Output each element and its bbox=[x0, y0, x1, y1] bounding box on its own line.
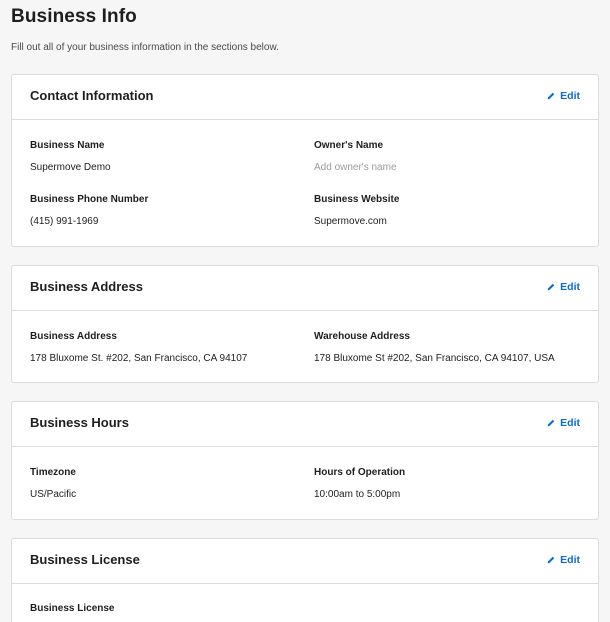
pencil-icon bbox=[547, 92, 555, 100]
contact-information-card: Contact Information Edit Business Name S… bbox=[11, 74, 599, 247]
edit-label: Edit bbox=[560, 281, 580, 293]
business-license-field: Business License bbox=[30, 603, 114, 614]
edit-hours-button[interactable]: Edit bbox=[547, 417, 580, 429]
hours-of-operation-field: Hours of Operation 10:00am to 5:00pm bbox=[314, 467, 405, 500]
hours-of-operation-label: Hours of Operation bbox=[314, 467, 406, 478]
card-title: Contact Information bbox=[30, 88, 154, 103]
business-phone-label: Business Phone Number bbox=[30, 194, 149, 205]
page-subtitle: Fill out all of your business informatio… bbox=[11, 42, 279, 53]
edit-contact-button[interactable]: Edit bbox=[547, 90, 580, 102]
business-name-field: Business Name Supermove Demo bbox=[30, 140, 111, 173]
business-address-field: Business Address 178 Bluxome St. #202, S… bbox=[30, 331, 247, 364]
card-title: Business License bbox=[30, 552, 140, 567]
business-license-label: Business License bbox=[30, 603, 115, 614]
pencil-icon bbox=[547, 283, 555, 291]
edit-label: Edit bbox=[560, 554, 580, 566]
warehouse-address-field: Warehouse Address 178 Bluxome St #202, S… bbox=[314, 331, 555, 364]
business-address-label: Business Address bbox=[30, 331, 117, 342]
business-phone-field: Business Phone Number (415) 991-1969 bbox=[30, 194, 148, 227]
card-header: Business License Edit bbox=[12, 539, 598, 584]
business-license-card: Business License Edit Business License bbox=[11, 538, 599, 622]
card-header: Contact Information Edit bbox=[12, 75, 598, 120]
pencil-icon bbox=[547, 556, 555, 564]
business-name-value: Supermove Demo bbox=[30, 162, 111, 173]
owner-name-placeholder: Add owner's name bbox=[314, 162, 397, 173]
business-website-label: Business Website bbox=[314, 194, 400, 205]
edit-license-button[interactable]: Edit bbox=[547, 554, 580, 566]
page-title: Business Info bbox=[11, 6, 137, 27]
owner-name-field: Owner's Name Add owner's name bbox=[314, 140, 397, 173]
timezone-field: Timezone US/Pacific bbox=[30, 467, 76, 500]
timezone-label: Timezone bbox=[30, 467, 76, 478]
timezone-value: US/Pacific bbox=[30, 489, 77, 500]
card-title: Business Hours bbox=[30, 415, 129, 430]
card-title: Business Address bbox=[30, 279, 143, 294]
hours-of-operation-value: 10:00am to 5:00pm bbox=[314, 489, 401, 500]
card-header: Business Hours Edit bbox=[12, 402, 598, 447]
business-address-value: 178 Bluxome St. #202, San Francisco, CA … bbox=[30, 353, 248, 364]
edit-label: Edit bbox=[560, 90, 580, 102]
business-info-page: Business Info Fill out all of your busin… bbox=[0, 0, 610, 622]
business-phone-value: (415) 991-1969 bbox=[30, 216, 99, 227]
owner-name-label: Owner's Name bbox=[314, 140, 384, 151]
business-hours-card: Business Hours Edit Timezone US/Pacific … bbox=[11, 401, 599, 520]
business-website-field: Business Website Supermove.com bbox=[314, 194, 399, 227]
business-name-label: Business Name bbox=[30, 140, 105, 151]
edit-label: Edit bbox=[560, 417, 580, 429]
warehouse-address-value: 178 Bluxome St #202, San Francisco, CA 9… bbox=[314, 353, 555, 364]
edit-address-button[interactable]: Edit bbox=[547, 281, 580, 293]
card-header: Business Address Edit bbox=[12, 266, 598, 311]
business-address-card: Business Address Edit Business Address 1… bbox=[11, 265, 599, 383]
warehouse-address-label: Warehouse Address bbox=[314, 331, 410, 342]
pencil-icon bbox=[547, 419, 555, 427]
business-website-value: Supermove.com bbox=[314, 216, 387, 227]
